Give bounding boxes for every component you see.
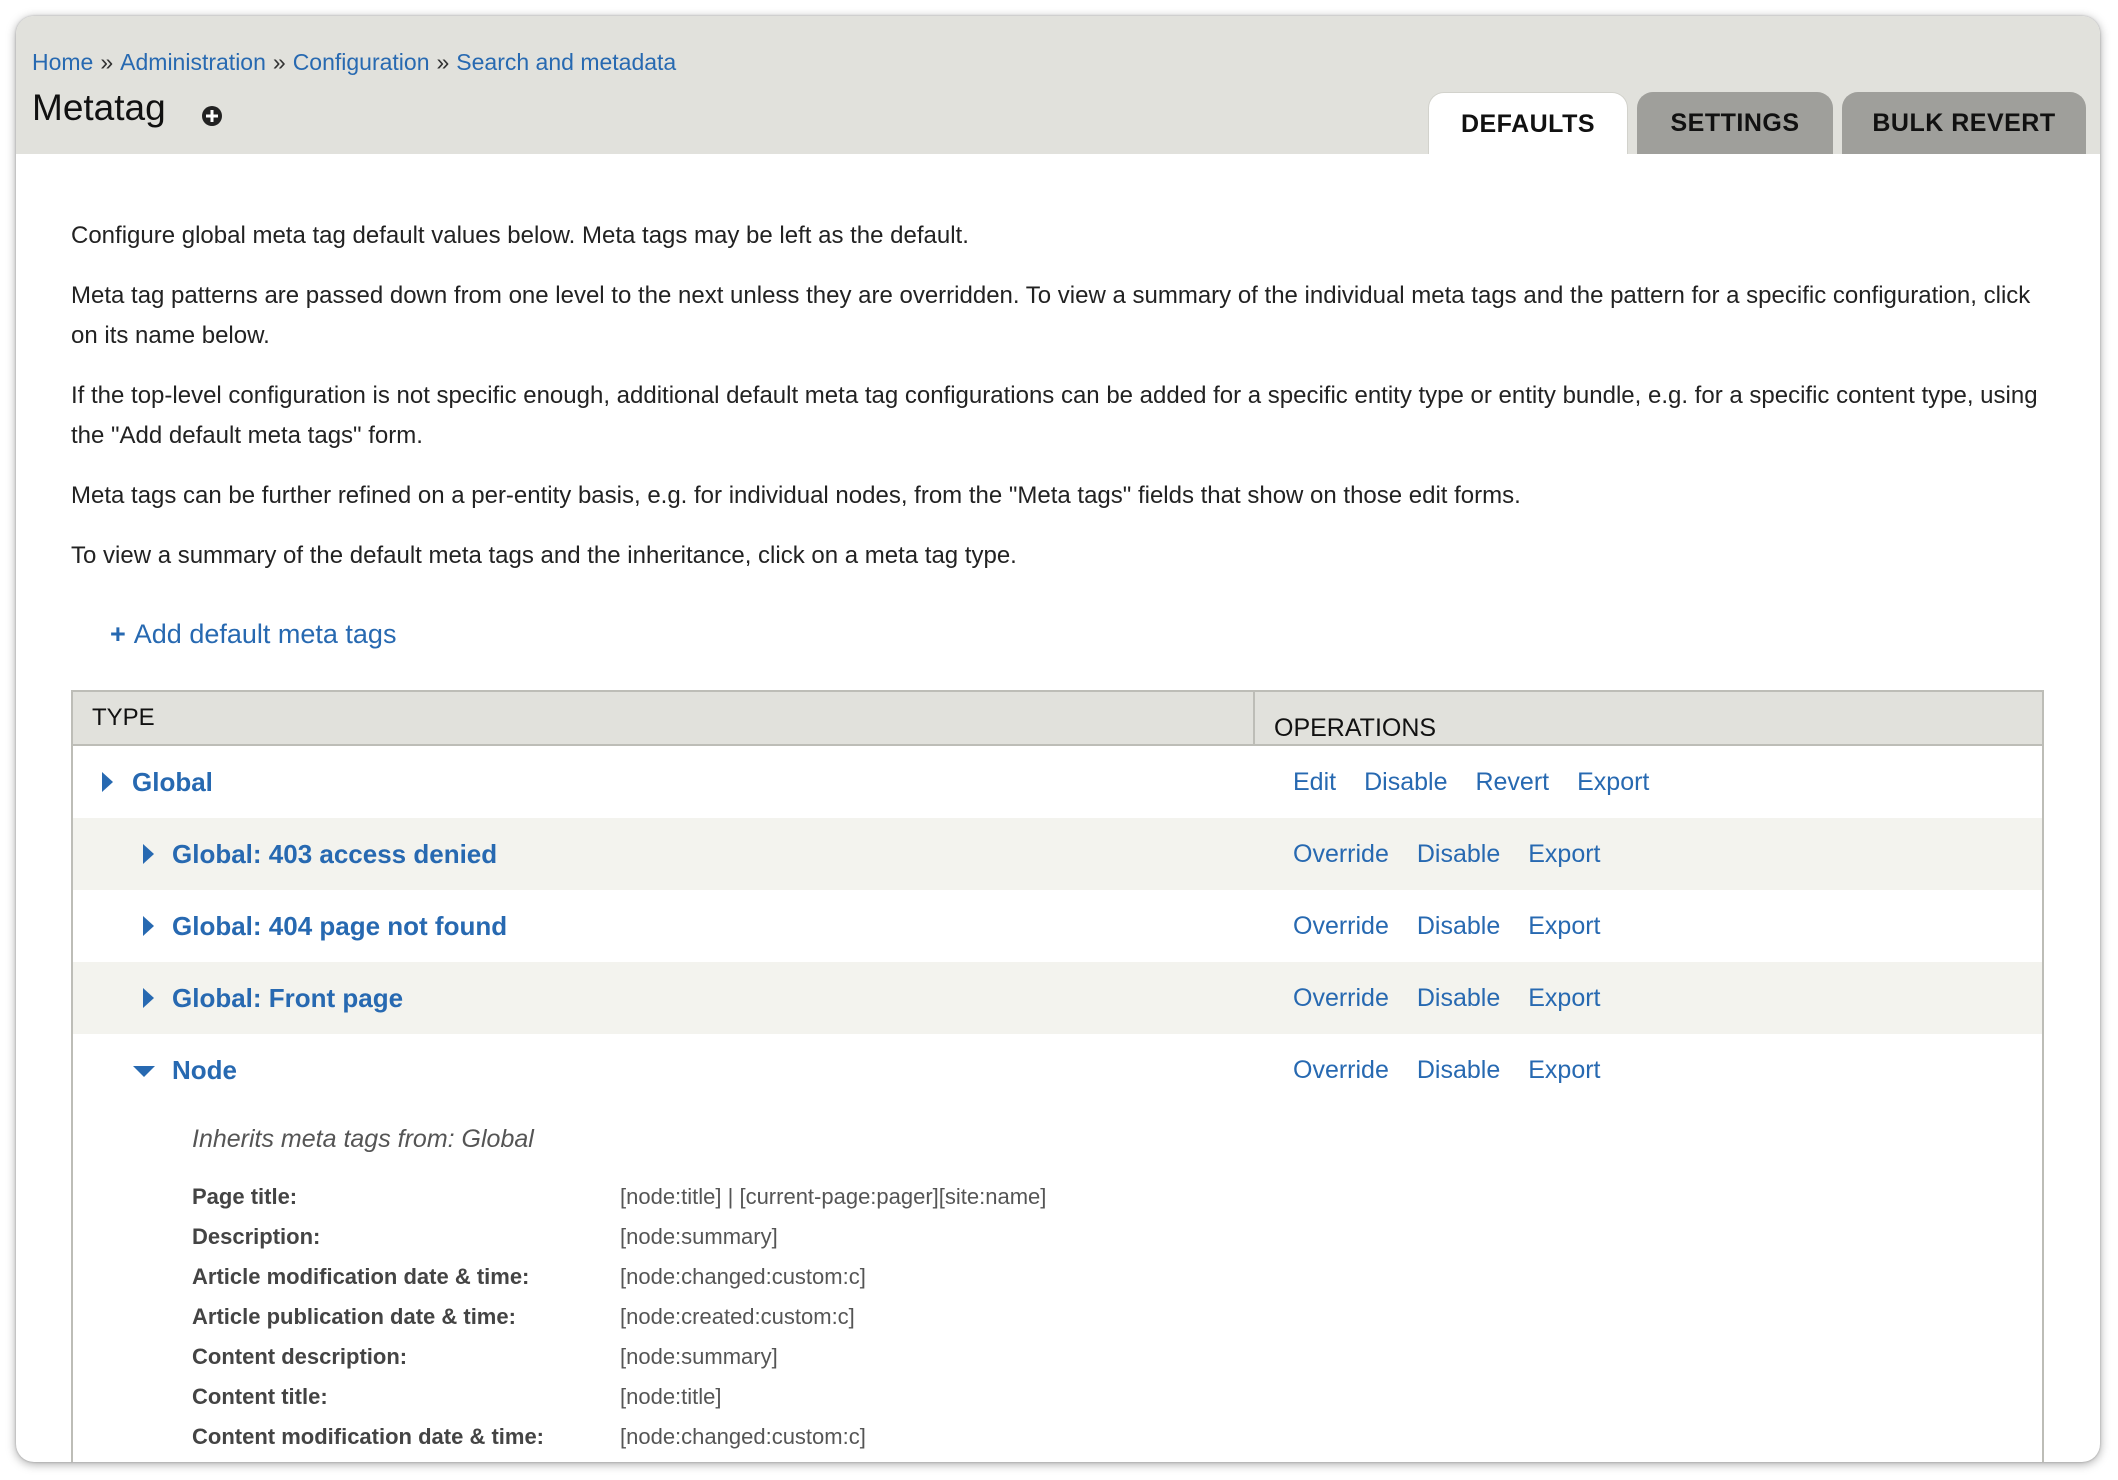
intro-paragraph: Meta tag patterns are passed down from o… <box>71 282 2031 349</box>
breadcrumb-configuration[interactable]: Configuration <box>293 49 430 75</box>
override-link[interactable]: Override <box>1293 984 1389 1012</box>
breadcrumb-separator: » <box>436 49 450 75</box>
tab-settings[interactable]: Settings <box>1637 92 1833 154</box>
row-name-global-404[interactable]: Global: 404 page not found <box>172 890 507 962</box>
table-row-global-403: Global: 403 access denied Override Disabl… <box>73 818 2042 890</box>
disable-link[interactable]: Disable <box>1417 984 1500 1012</box>
table-row-global: Global Edit Disable Revert Export <box>73 746 2042 818</box>
column-header-type: Type <box>73 692 1255 744</box>
disable-link[interactable]: Disable <box>1417 1056 1500 1084</box>
meta-tag-label: Content title: <box>192 1384 328 1409</box>
row-name-node[interactable]: Node <box>172 1034 237 1106</box>
table-header: Type Operations <box>73 692 2042 746</box>
meta-tag-label: Article modification date & time: <box>192 1264 530 1289</box>
meta-tag-value: [node:created:custom:c] <box>620 1304 855 1329</box>
meta-tag-value: [node:title] | [current-page:pager][site… <box>620 1184 1047 1209</box>
add-default-meta-tags-link[interactable]: + Add default meta tags <box>110 616 396 652</box>
export-link[interactable]: Export <box>1528 840 1600 868</box>
meta-tag-label: Article publication date & time: <box>192 1304 516 1329</box>
disable-link[interactable]: Disable <box>1417 912 1500 940</box>
tab-defaults[interactable]: Defaults <box>1428 92 1628 154</box>
meta-tag-value: [node:summary] <box>620 1224 778 1249</box>
row-operations: Override Disable Export <box>1293 962 1629 1034</box>
meta-tag-value: [node:title] <box>620 1384 722 1409</box>
window-frame: Home» Administration» Configuration» Search… <box>16 16 2100 1462</box>
intro-paragraph: To view a summary of the default meta ta… <box>71 542 1017 569</box>
override-link[interactable]: Override <box>1293 1056 1389 1084</box>
tab-bulk-revert[interactable]: Bulk revert <box>1842 92 2086 154</box>
breadcrumb-separator: » <box>272 49 286 75</box>
row-name-global-403[interactable]: Global: 403 access denied <box>172 818 497 890</box>
meta-tag-label: Content modification date & time: <box>192 1424 544 1449</box>
export-link[interactable]: Export <box>1528 1056 1600 1084</box>
breadcrumb-search-and-metadata[interactable]: Search and metadata <box>456 49 676 75</box>
meta-tag-value: [node:changed:custom:c] <box>620 1424 866 1449</box>
row-name-global[interactable]: Global <box>132 746 213 818</box>
breadcrumb-separator: » <box>100 49 114 75</box>
override-link[interactable]: Override <box>1293 912 1389 940</box>
breadcrumb-home[interactable]: Home <box>32 49 93 75</box>
expand-triangle-icon[interactable] <box>143 844 154 864</box>
table-row-global-front-page: Global: Front page Override Disable Export <box>73 962 2042 1034</box>
add-default-meta-tags-label: Add default meta tags <box>133 619 397 649</box>
edit-link[interactable]: Edit <box>1293 768 1336 796</box>
revert-link[interactable]: Revert <box>1475 768 1549 796</box>
breadcrumb: Home» Administration» Configuration» Search… <box>32 47 676 77</box>
disable-link[interactable]: Disable <box>1417 840 1500 868</box>
export-link[interactable]: Export <box>1528 984 1600 1012</box>
plus-icon: + <box>110 619 126 649</box>
row-operations: Override Disable Export <box>1293 818 1629 890</box>
row-operations: Edit Disable Revert Export <box>1293 746 1677 818</box>
expand-triangle-icon[interactable] <box>102 772 113 792</box>
row-operations: Override Disable Export <box>1293 1034 1629 1106</box>
collapse-triangle-icon[interactable] <box>133 1066 155 1077</box>
intro-text: Configure global meta tag default values… <box>71 216 2061 596</box>
meta-tag-label: Page title: <box>192 1184 298 1209</box>
meta-tag-value: [node:summary] <box>620 1344 778 1369</box>
meta-tag-label: Description: <box>192 1224 321 1249</box>
intro-paragraph: If the top-level configuration is not sp… <box>71 382 2038 449</box>
meta-tag-label: Content description: <box>192 1344 408 1369</box>
metatag-defaults-table: Type Operations Global Edit Disable Revert… <box>71 690 2044 1462</box>
intro-paragraph: Meta tags can be further refined on a pe… <box>71 482 1521 509</box>
table-row-node: Node Override Disable Export <box>73 1034 2042 1106</box>
override-link[interactable]: Override <box>1293 840 1389 868</box>
page-header: Home» Administration» Configuration» Search… <box>16 16 2100 154</box>
disable-link[interactable]: Disable <box>1364 768 1447 796</box>
expand-triangle-icon[interactable] <box>143 988 154 1008</box>
expand-triangle-icon[interactable] <box>143 916 154 936</box>
inherits-note: Inherits meta tags from: Global <box>192 1125 534 1153</box>
meta-tag-value: [node:changed:custom:c] <box>620 1264 866 1289</box>
export-link[interactable]: Export <box>1577 768 1649 796</box>
row-name-global-front-page[interactable]: Global: Front page <box>172 962 403 1034</box>
intro-paragraph: Configure global meta tag default values… <box>71 222 969 249</box>
row-operations: Override Disable Export <box>1293 890 1629 962</box>
export-link[interactable]: Export <box>1528 912 1600 940</box>
breadcrumb-administration[interactable]: Administration <box>120 49 266 75</box>
add-shortcut-icon[interactable] <box>200 104 224 128</box>
table-row-global-404: Global: 404 page not found Override Disab… <box>73 890 2042 962</box>
column-header-operations: Operations <box>1274 714 1437 742</box>
page-title: Metatag <box>32 87 166 128</box>
